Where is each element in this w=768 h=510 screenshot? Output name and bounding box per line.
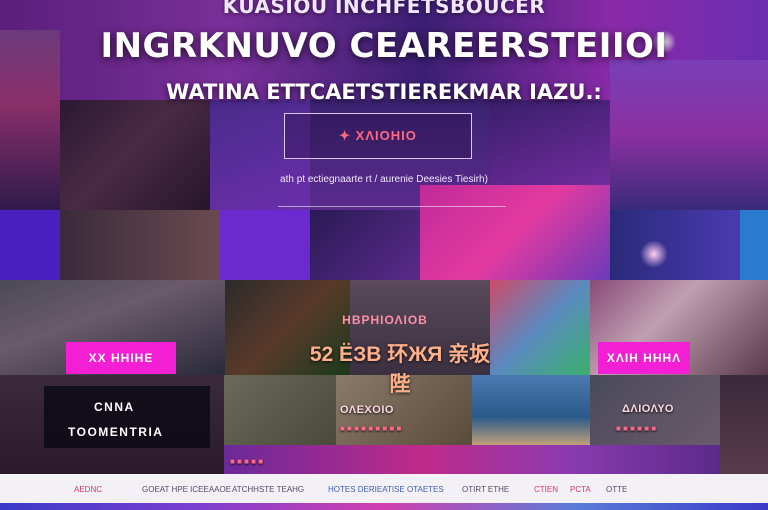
footer-link[interactable]: GOEAT HPE ICEEAAOE bbox=[142, 485, 231, 494]
collage-tile bbox=[220, 210, 310, 280]
collage-tile bbox=[420, 185, 610, 280]
card-tag: ■ ■ ■ ■ ■ ■ ■ ■ ■ bbox=[340, 424, 402, 433]
card-tag: ■ ■ ■ ■ ■ ■ bbox=[616, 424, 657, 433]
footer-link[interactable]: CTIEN bbox=[534, 485, 558, 494]
collage-tile bbox=[490, 280, 590, 375]
collage-tile bbox=[740, 210, 768, 280]
brand-tagline: TOOMENTRIA bbox=[68, 425, 164, 439]
collage-tile bbox=[610, 210, 740, 280]
featured-left-button[interactable]: ΧΧ ΗΗΙΗΕ bbox=[66, 342, 176, 374]
footer-link[interactable]: HOTES DERIEATISE OTAETES bbox=[328, 485, 444, 494]
collage-tile bbox=[224, 445, 720, 474]
featured-headline: 52 ЁЗВ 环ЖЯ 亲坂陛 bbox=[309, 343, 491, 396]
footer-link[interactable]: OTIRT ETHE bbox=[462, 485, 509, 494]
footer-link[interactable]: AEDNC bbox=[74, 485, 102, 494]
card-tag: ■ ■ ■ ■ ■ bbox=[230, 457, 264, 466]
page-subtitle: WATINA ETTCAETSTIEREKMAR IAZU.: bbox=[166, 80, 602, 104]
card-label[interactable]: ΟΛΕΧΟΙΟ bbox=[340, 404, 394, 416]
hero-caption: ath pt ectiegnaarte rt / aurenie Deesies… bbox=[280, 174, 488, 185]
collage-tile bbox=[310, 210, 420, 280]
card-label[interactable]: ΔΛΙΟΛΥΟ bbox=[622, 403, 674, 415]
brand-card[interactable]: CNNA TOOMENTRIA bbox=[44, 386, 210, 448]
footer-link[interactable]: PCTA bbox=[570, 485, 591, 494]
featured-right-button[interactable]: ΧΛΙΗ ΗΗΗΛ bbox=[598, 342, 690, 374]
glow-accent bbox=[640, 240, 668, 268]
footer-link[interactable]: ATCHHSTE TEAHG bbox=[232, 485, 304, 494]
footer-color-strip bbox=[0, 503, 768, 510]
page-title: INGRKNUVO CEAREERSTEIIOI bbox=[100, 26, 668, 66]
top-banner-text: KUASIOU INCHFETSBOUCER bbox=[222, 0, 546, 18]
footer-link[interactable]: OTTE bbox=[606, 485, 627, 494]
hero-cta-button[interactable]: ✦ ΧΛΙΟΗΙΟ bbox=[284, 113, 472, 159]
brand-name: CNNA bbox=[94, 400, 135, 414]
collage-tile bbox=[720, 375, 768, 474]
collage-tile bbox=[60, 210, 220, 280]
divider bbox=[278, 206, 506, 207]
collage-tile bbox=[0, 210, 60, 280]
featured-section-title: ΗΒΡΗΙΟΛΙΟΒ bbox=[342, 313, 428, 327]
